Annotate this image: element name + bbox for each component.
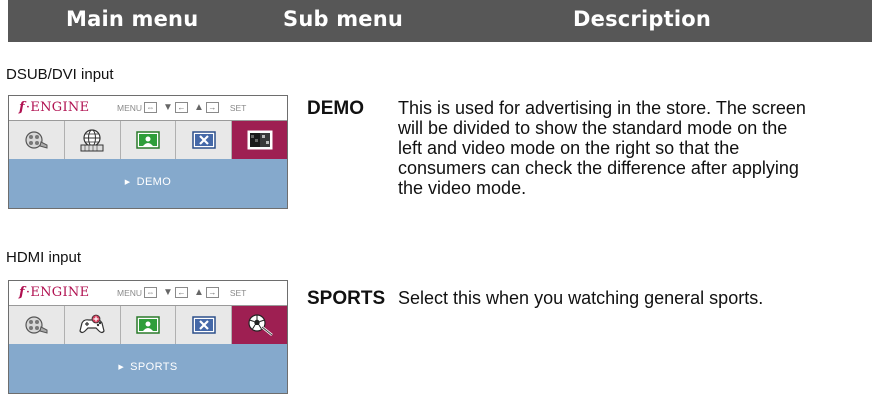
selected-mode-label: DEMO bbox=[136, 176, 172, 188]
table-header: Main menu Sub menu Description bbox=[8, 0, 872, 42]
soccer-ball-icon bbox=[247, 314, 273, 336]
osd-mode-icons bbox=[9, 305, 287, 345]
off-x-icon bbox=[192, 131, 216, 149]
off-x-icon bbox=[192, 316, 216, 334]
f-engine-logo-text: ENGINE bbox=[30, 285, 90, 300]
mode-tile-movie[interactable] bbox=[9, 121, 65, 159]
header-sub-menu: Sub menu bbox=[283, 7, 404, 31]
back-arrow-icon: ← bbox=[174, 102, 188, 113]
description-line: will be divided to show the standard mod… bbox=[398, 118, 788, 138]
mode-tile-game[interactable] bbox=[65, 306, 121, 344]
f-engine-logo-text: ENGINE bbox=[30, 100, 90, 115]
picture-icon bbox=[136, 131, 160, 149]
mode-tile-photo[interactable] bbox=[121, 121, 177, 159]
enter-arrow-icon: → bbox=[205, 287, 219, 298]
mode-tile-photo[interactable] bbox=[121, 306, 177, 344]
play-arrow-icon: ▶ bbox=[118, 364, 125, 371]
mode-tile-movie[interactable] bbox=[9, 306, 65, 344]
mode-tile-sports-selected[interactable] bbox=[232, 306, 287, 344]
menu-toggle-icon: ⇔ bbox=[144, 287, 158, 298]
f-engine-logo: f·ENGINE bbox=[19, 285, 90, 300]
description-line: This is used for advertising in the stor… bbox=[398, 98, 806, 118]
osd-mode-icons bbox=[9, 120, 287, 160]
description-line: the video mode. bbox=[398, 178, 527, 198]
description-line: left and video mode on the right so that… bbox=[398, 138, 740, 158]
back-arrow-icon: ← bbox=[174, 287, 188, 298]
set-label: SET bbox=[229, 287, 247, 298]
osd-title-bar: f·ENGINE MENU ⇔ ▼ ← ▲ → SET bbox=[9, 96, 287, 120]
film-reel-icon bbox=[25, 316, 48, 334]
description-line: consumers can check the difference after… bbox=[398, 158, 799, 178]
description-line: Select this when you watching general sp… bbox=[398, 288, 764, 308]
up-arrow-icon: ▲ bbox=[193, 287, 204, 298]
gamepad-icon bbox=[79, 314, 105, 334]
mode-tile-demo-selected[interactable] bbox=[232, 121, 287, 159]
osd-controls: MENU ⇔ ▼ ← ▲ → SET bbox=[117, 102, 246, 113]
selected-mode-label: SPORTS bbox=[130, 361, 178, 373]
globe-keyboard-icon bbox=[80, 129, 104, 152]
osd-menu-demo: f·ENGINE MENU ⇔ ▼ ← ▲ → SET ▶ DEMO bbox=[8, 95, 288, 209]
down-arrow-icon: ▼ bbox=[163, 287, 173, 298]
header-main-menu: Main menu bbox=[66, 7, 199, 31]
menu-toggle-icon: ⇔ bbox=[144, 102, 158, 113]
up-arrow-icon: ▲ bbox=[193, 102, 204, 113]
description-block: Select this when you watching general sp… bbox=[398, 288, 872, 308]
selected-mode-text: ▶ DEMO bbox=[9, 176, 287, 188]
section-input-label: HDMI input bbox=[6, 249, 82, 266]
mode-tile-off[interactable] bbox=[176, 121, 233, 159]
mode-tile-internet[interactable] bbox=[65, 121, 121, 159]
section-input-label: DSUB/DVI input bbox=[6, 66, 114, 83]
set-label: SET bbox=[229, 102, 247, 113]
f-engine-logo: f·ENGINE bbox=[19, 100, 90, 115]
sub-menu-term: DEMO bbox=[307, 98, 364, 119]
menu-label: MENU bbox=[117, 287, 143, 298]
osd-status-bar: ▶ SPORTS bbox=[9, 344, 287, 393]
header-description: Description bbox=[573, 7, 712, 31]
osd-status-bar: ▶ DEMO bbox=[9, 159, 287, 208]
sub-menu-term: SPORTS bbox=[307, 288, 386, 309]
film-reel-icon bbox=[25, 131, 48, 149]
osd-menu-sports: f·ENGINE MENU ⇔ ▼ ← ▲ → SET ▶ SPORTS bbox=[8, 280, 288, 394]
description-block: This is used for advertising in the stor… bbox=[398, 98, 872, 198]
osd-controls: MENU ⇔ ▼ ← ▲ → SET bbox=[117, 287, 246, 298]
enter-arrow-icon: → bbox=[205, 102, 219, 113]
down-arrow-icon: ▼ bbox=[163, 102, 173, 113]
osd-title-bar: f·ENGINE MENU ⇔ ▼ ← ▲ → SET bbox=[9, 281, 287, 305]
play-arrow-icon: ▶ bbox=[124, 179, 131, 186]
demo-split-icon bbox=[247, 130, 273, 150]
menu-label: MENU bbox=[117, 102, 143, 113]
selected-mode-text: ▶ SPORTS bbox=[9, 361, 287, 373]
mode-tile-off[interactable] bbox=[176, 306, 233, 344]
picture-icon bbox=[136, 316, 160, 334]
